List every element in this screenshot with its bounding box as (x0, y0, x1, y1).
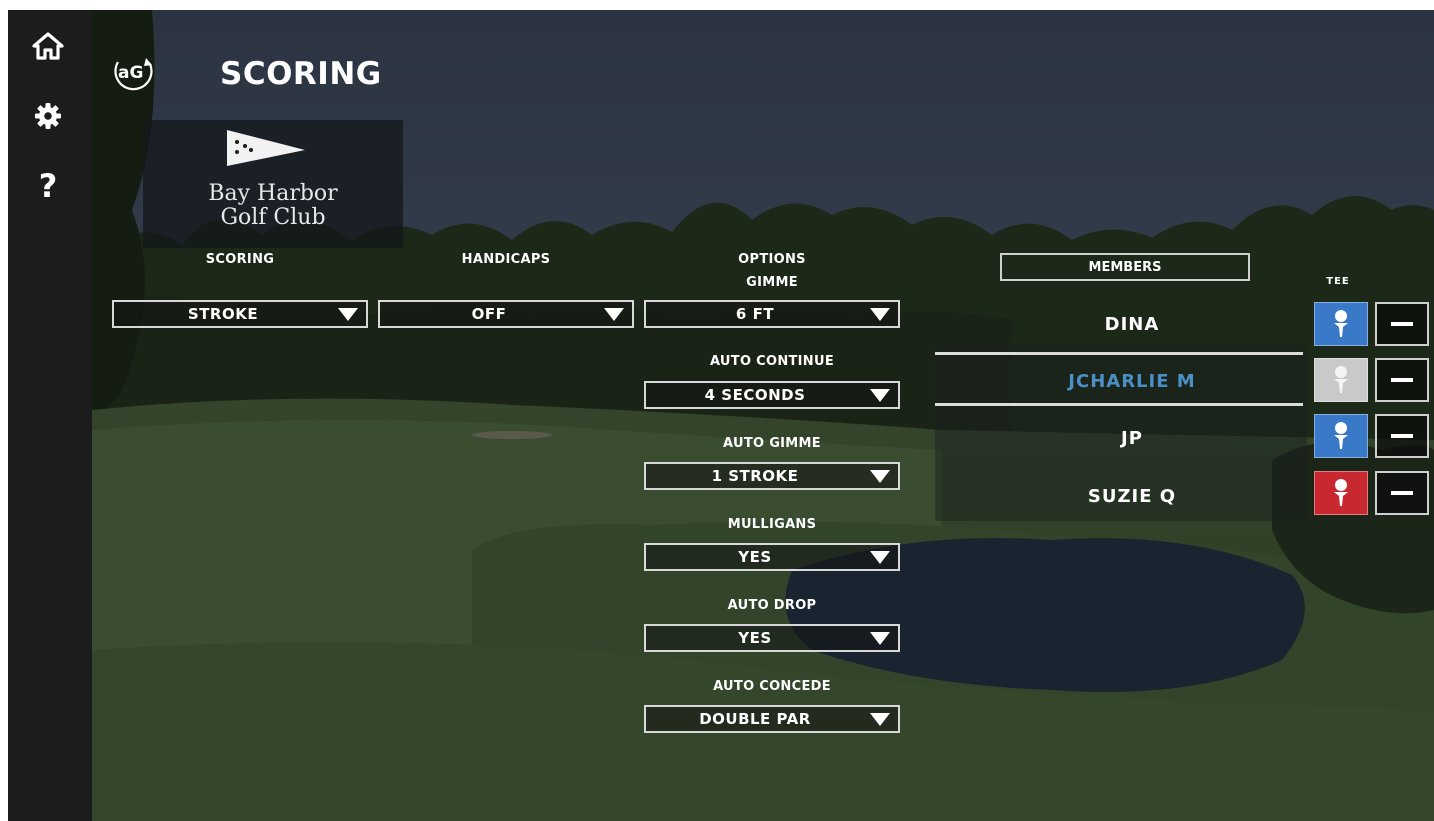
auto-concede-label: AUTO CONCEDE (713, 679, 831, 694)
mulligans-label: MULLIGANS (727, 517, 817, 532)
tee-button-jcharlie-m[interactable] (1314, 358, 1368, 402)
golf-tee-icon (1334, 366, 1348, 393)
club-name-line2: Golf Club (220, 205, 326, 230)
handicaps-value: OFF (471, 305, 507, 323)
minus-icon (1391, 434, 1413, 438)
scoring-label: SCORING (205, 252, 275, 267)
dropdown-arrow-icon (870, 632, 890, 645)
home-button[interactable] (28, 26, 68, 66)
help-button[interactable]: ? (28, 166, 68, 206)
logo-text: aG (118, 63, 144, 83)
dropdown-arrow-icon (870, 389, 890, 402)
course-background: aG SCORING Bay Harbor Golf Club SCORING … (92, 10, 1434, 821)
app-window: ? aG SCORING Bay Harbor Golf Club SCORIN… (8, 10, 1434, 821)
question-icon: ? (38, 167, 58, 205)
auto-drop-label: AUTO DROP (727, 598, 817, 613)
scoring-value: STROKE (187, 305, 259, 323)
member-row-jcharlie-m[interactable]: JCHARLIE M (935, 371, 1329, 392)
selection-divider (935, 352, 1303, 355)
tee-button-dina[interactable] (1314, 302, 1368, 346)
home-icon (32, 32, 64, 60)
app-logo: aG (110, 54, 158, 94)
auto-continue-label: AUTO CONTINUE (709, 354, 835, 369)
handicaps-label: HANDICAPS (461, 252, 551, 267)
club-name-line1: Bay Harbor (208, 181, 338, 206)
selection-divider (935, 403, 1303, 406)
minus-icon (1391, 491, 1413, 495)
gear-icon (35, 103, 61, 129)
dropdown-arrow-icon (338, 308, 358, 321)
auto-concede-value: DOUBLE PAR (699, 710, 811, 728)
sidebar: ? (8, 10, 92, 821)
member-row-suzie-q[interactable]: SUZIE Q (935, 486, 1329, 507)
remove-member-jcharlie-m-button[interactable] (1375, 358, 1429, 402)
club-flag (225, 128, 309, 172)
dropdown-arrow-icon (870, 551, 890, 564)
options-label: OPTIONS (738, 252, 806, 267)
club-logo-card: Bay Harbor Golf Club (143, 120, 403, 248)
members-header: MEMBERS (1000, 253, 1250, 281)
auto-gimme-dropdown[interactable]: 1 STROKE (644, 462, 900, 490)
golf-tee-icon (1334, 479, 1348, 506)
dropdown-arrow-icon (870, 470, 890, 483)
member-row-dina[interactable]: DINA (935, 314, 1329, 335)
handicaps-dropdown[interactable]: OFF (378, 300, 634, 328)
golf-tee-icon (1334, 422, 1348, 449)
remove-member-dina-button[interactable] (1375, 302, 1429, 346)
gimme-dropdown[interactable]: 6 FT (644, 300, 900, 328)
gimme-value: 6 FT (735, 305, 775, 323)
dropdown-arrow-icon (870, 713, 890, 726)
scoring-dropdown[interactable]: STROKE (112, 300, 368, 328)
auto-concede-dropdown[interactable]: DOUBLE PAR (644, 705, 900, 733)
mulligans-value: YES (738, 548, 772, 566)
page-title: SCORING (220, 56, 382, 92)
tee-column-label: TEE (1326, 276, 1350, 287)
remove-member-suzie-q-button[interactable] (1375, 471, 1429, 515)
gimme-label: GIMME (746, 275, 798, 290)
member-row-jp[interactable]: JP (935, 428, 1329, 449)
auto-gimme-label: AUTO GIMME (723, 436, 821, 451)
dropdown-arrow-icon (870, 308, 890, 321)
auto-gimme-value: 1 STROKE (711, 467, 799, 485)
minus-icon (1391, 322, 1413, 326)
tee-button-suzie-q[interactable] (1314, 471, 1368, 515)
dropdown-arrow-icon (604, 308, 624, 321)
auto-drop-value: YES (738, 629, 772, 647)
tee-button-jp[interactable] (1314, 414, 1368, 458)
minus-icon (1391, 378, 1413, 382)
auto-continue-value: 4 SECONDS (704, 386, 806, 404)
settings-button[interactable] (28, 96, 68, 136)
golf-tee-icon (1334, 310, 1348, 337)
mulligans-dropdown[interactable]: YES (644, 543, 900, 571)
pennant-flag-icon (227, 130, 305, 166)
remove-member-jp-button[interactable] (1375, 414, 1429, 458)
auto-drop-dropdown[interactable]: YES (644, 624, 900, 652)
auto-continue-dropdown[interactable]: 4 SECONDS (644, 381, 900, 409)
